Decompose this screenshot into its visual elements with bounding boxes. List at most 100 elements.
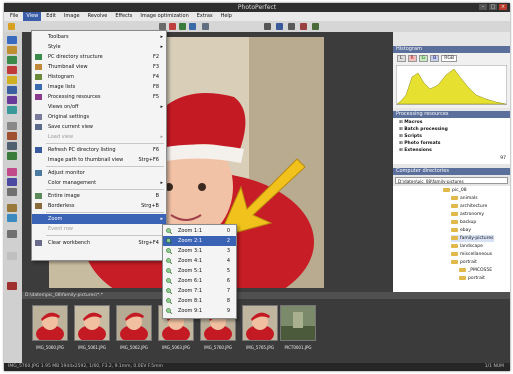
folder-item[interactable]: astronomy xyxy=(451,211,484,218)
screen-icon[interactable] xyxy=(288,23,295,30)
menu-extras[interactable]: Extras xyxy=(194,12,216,21)
open-folder-icon[interactable] xyxy=(8,23,15,30)
folder-item[interactable]: portrait xyxy=(459,275,485,282)
menu-item-save-view[interactable]: Save current view xyxy=(32,122,166,132)
folder-item-selected[interactable]: family-pictures xyxy=(451,235,494,242)
channel-rgb[interactable]: RGB xyxy=(441,55,457,62)
tool-sky-icon[interactable] xyxy=(7,214,17,222)
pen-icon[interactable] xyxy=(169,23,176,30)
thumbnail-item[interactable]: IMG_5061.JPG xyxy=(72,305,112,352)
thumbnail-item[interactable]: IMG_5765.JPG xyxy=(240,305,280,352)
tool-frame-icon[interactable] xyxy=(7,132,17,140)
tool-clone-icon[interactable] xyxy=(7,152,17,160)
menu-item-pc-directory[interactable]: PC directory structure F2 xyxy=(32,52,166,62)
zoom-item[interactable]: Zoom 5:1 5 xyxy=(163,266,236,276)
folder-item[interactable]: animals xyxy=(451,195,478,202)
folder-item[interactable]: backup xyxy=(451,219,476,226)
menu-item-adjust-monitor[interactable]: Adjust monitor xyxy=(32,168,166,178)
tool-crop-icon[interactable] xyxy=(7,142,17,150)
menu-item-style[interactable]: Style ▸ xyxy=(32,42,166,52)
menu-image-optimization[interactable]: Image optimization xyxy=(137,12,191,21)
tool-redeye-icon[interactable] xyxy=(7,66,17,74)
tool-select-icon[interactable] xyxy=(7,36,17,44)
folder-item[interactable]: pic_08 xyxy=(443,187,467,194)
channel-l[interactable]: L xyxy=(397,55,406,62)
folder-item[interactable]: landscape xyxy=(451,243,483,250)
menu-item-zoom[interactable]: Zoom ▸ xyxy=(32,214,166,224)
tool-last-icon[interactable] xyxy=(7,282,17,290)
tool-white-icon[interactable] xyxy=(7,252,17,260)
folder-item[interactable]: miscellaneous xyxy=(451,251,492,258)
tool-heal-icon[interactable] xyxy=(7,168,17,176)
menu-file[interactable]: File xyxy=(7,12,21,21)
tool-grid-icon[interactable] xyxy=(7,230,17,238)
menu-item-original-settings[interactable]: Original settings xyxy=(32,112,166,122)
zoom-item[interactable]: Zoom 1:1 0 xyxy=(163,226,236,236)
maximize-button[interactable]: □ xyxy=(489,4,497,10)
menu-item-clear-workbench[interactable]: Clear workbench Strg+F4 xyxy=(32,238,166,248)
tool-color-icon[interactable] xyxy=(7,56,17,64)
menu-item-views[interactable]: Views on/off ▸ xyxy=(32,102,166,112)
zoom-item[interactable]: Zoom 4:1 4 xyxy=(163,256,236,266)
processing-item-scripts[interactable]: ⊞ Scripts xyxy=(399,133,422,140)
menu-item-refresh[interactable]: Refresh PC directory listing F6 xyxy=(32,145,166,155)
thumbnail-item[interactable]: IMG_5062.JPG xyxy=(114,305,154,352)
folder-item[interactable]: portrait xyxy=(451,259,477,266)
menu-edit[interactable]: Edit xyxy=(43,12,59,21)
zoom-item[interactable]: Zoom 9:1 9 xyxy=(163,306,236,316)
menu-item-borderless[interactable]: Borderless Strg+B xyxy=(32,201,166,211)
minimize-button[interactable]: – xyxy=(479,4,487,10)
save-icon[interactable] xyxy=(264,23,271,30)
settings-icon[interactable] xyxy=(312,23,319,30)
zoom-item[interactable]: Zoom 7:1 7 xyxy=(163,286,236,296)
processing-item-batch[interactable]: ⊞ Batch processing xyxy=(399,126,448,133)
tool-rotate-icon[interactable] xyxy=(7,178,17,186)
print-icon[interactable] xyxy=(276,23,283,30)
channel-g[interactable]: G xyxy=(418,55,429,62)
zoom-item[interactable]: Zoom 8:1 8 xyxy=(163,296,236,306)
tool-levels-icon[interactable] xyxy=(7,86,17,94)
tool-bright-icon[interactable] xyxy=(7,76,17,84)
rotate-icon[interactable] xyxy=(202,23,209,30)
tool-text-icon[interactable] xyxy=(7,122,17,130)
zoom-icon[interactable] xyxy=(179,23,186,30)
processing-icon xyxy=(35,94,42,100)
menu-item-histogram[interactable]: Histogram F4 xyxy=(32,72,166,82)
menu-item-image-lists[interactable]: Image lists F8 xyxy=(32,82,166,92)
channel-r[interactable]: R xyxy=(407,55,417,62)
menu-item-processing[interactable]: Processing resources F5 xyxy=(32,92,166,102)
menu-item-thumbnail-view[interactable]: Thumbnail view F3 xyxy=(32,62,166,72)
tool-effects-icon[interactable] xyxy=(7,96,17,104)
tool-brush-icon[interactable] xyxy=(7,46,17,54)
tool-stamp-icon[interactable] xyxy=(7,204,17,212)
channel-b[interactable]: B xyxy=(430,55,440,62)
folder-item[interactable]: ebay xyxy=(451,227,471,234)
processing-item-formats[interactable]: ⊞ Photo formats xyxy=(399,140,440,147)
tool-sharpen-icon[interactable] xyxy=(7,106,17,114)
directory-path-input[interactable]: D:\daten\pic_08\family-pictures xyxy=(395,177,508,184)
folder-item[interactable]: architecture xyxy=(451,203,487,210)
zoom-item[interactable]: Zoom 3:1 3 xyxy=(163,246,236,256)
folder-item[interactable]: _PMCOS5E xyxy=(459,267,492,274)
thumbnail-item[interactable]: IMG_5060.JPG xyxy=(30,305,70,352)
menu-item-image-path[interactable]: Image path to thumbnail view Strg+F6 xyxy=(32,155,166,165)
menu-effects[interactable]: Effects xyxy=(112,12,135,21)
menu-help[interactable]: Help xyxy=(218,12,235,21)
zoom-item[interactable]: Zoom 6:1 6 xyxy=(163,276,236,286)
thumbnail-item[interactable]: PICT0001.JPG xyxy=(278,305,318,352)
tool-flip-icon[interactable] xyxy=(7,188,17,196)
menu-revolve[interactable]: Revolve xyxy=(85,12,111,21)
menu-item-entire-image[interactable]: Entire image B xyxy=(32,191,166,201)
magnify-icon[interactable] xyxy=(189,23,196,30)
delete-icon[interactable] xyxy=(300,23,307,30)
processing-item-macros[interactable]: ⊞ Macros xyxy=(399,119,422,126)
zoom-item[interactable]: Zoom 2:1 2 xyxy=(163,236,236,246)
menu-item-color-management[interactable]: Color management ▸ xyxy=(32,178,166,188)
processing-item-extensions[interactable]: ⊞ Extensions xyxy=(399,147,432,154)
menu-view[interactable]: View xyxy=(23,12,42,21)
menu-image[interactable]: Image xyxy=(61,12,83,21)
close-button[interactable]: × xyxy=(499,4,507,10)
chevron-right-icon: ▸ xyxy=(160,134,163,140)
menu-item-toolbars[interactable]: Toolbars ▸ xyxy=(32,32,166,42)
crop-icon[interactable] xyxy=(159,23,166,30)
